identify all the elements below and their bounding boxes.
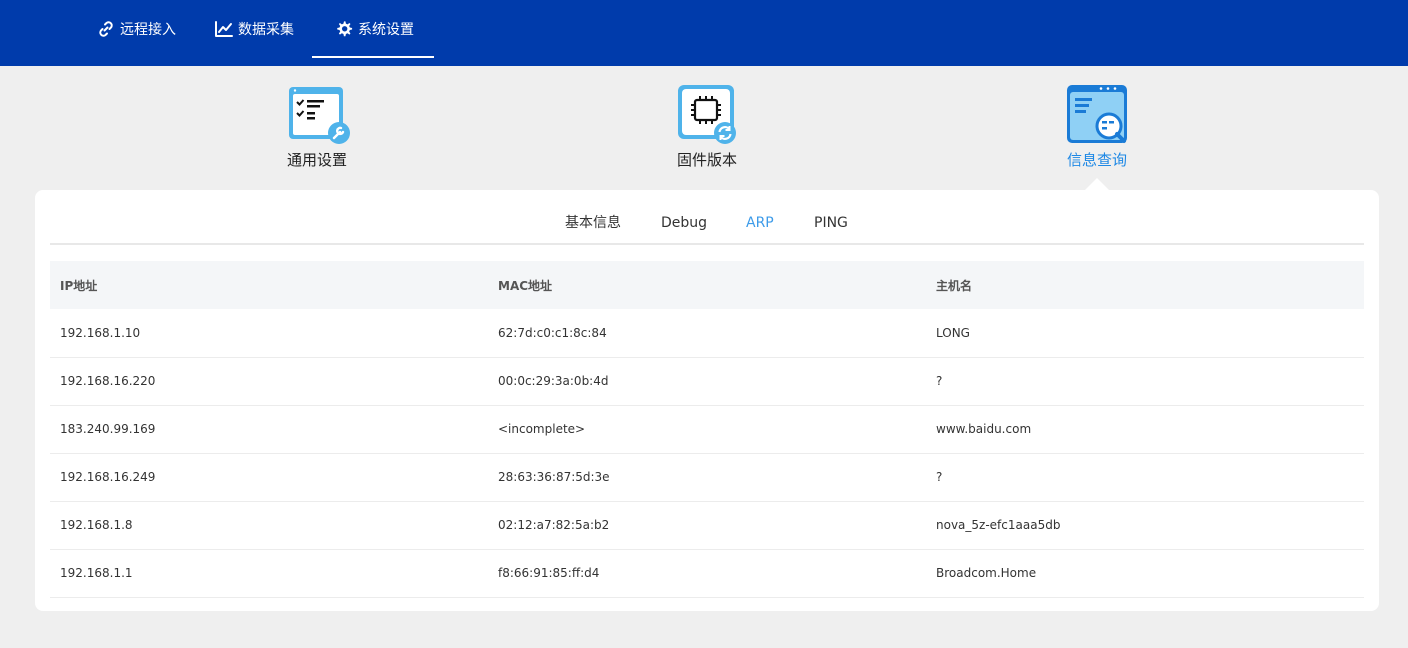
column-header-ip: IP地址 (60, 278, 98, 293)
cell-ip: 192.168.16.220 (50, 357, 488, 406)
cell-hostname: Broadcom.Home (926, 549, 1364, 598)
checklist-wrench-icon (284, 82, 350, 148)
tab-arp[interactable]: ARP (746, 214, 774, 232)
chart-line-icon (214, 19, 234, 39)
cell-mac: 00:0c:29:3a:0b:4d (488, 357, 926, 406)
table-row[interactable]: 192.168.1.1 f8:66:91:85:ff:d4 Broadcom.H… (50, 549, 1364, 598)
cell-ip: 192.168.16.249 (50, 453, 488, 502)
arp-table: IP地址 MAC地址 主机名 192.168.1.10 62:7d:c0:c1:… (50, 261, 1364, 598)
chip-refresh-icon (674, 82, 740, 148)
tab-ping[interactable]: PING (814, 214, 848, 232)
tab-basic-info[interactable]: 基本信息 (565, 214, 621, 232)
cell-mac: 28:63:36:87:5d:3e (488, 453, 926, 502)
cell-ip: 192.168.1.10 (50, 309, 488, 358)
cell-hostname: ? (926, 357, 1364, 406)
cell-mac: f8:66:91:85:ff:d4 (488, 549, 926, 598)
info-query-panel: 基本信息 Debug ARP PING IP地址 MAC地址 主机名 192.1… (35, 190, 1379, 611)
table-row[interactable]: 192.168.16.249 28:63:36:87:5d:3e ? (50, 453, 1364, 502)
cell-mac: <incomplete> (488, 405, 926, 454)
panel-pointer (1085, 178, 1109, 190)
category-label: 固件版本 (676, 151, 737, 169)
category-general-settings[interactable]: 通用设置 (247, 82, 387, 170)
table-header-row: IP地址 MAC地址 主机名 (50, 261, 1364, 309)
cell-ip: 183.240.99.169 (50, 405, 488, 454)
cell-hostname: ? (926, 453, 1364, 502)
nav-label: 系统设置 (358, 22, 414, 38)
subtab-bar: 基本信息 Debug ARP PING (50, 190, 1364, 245)
nav-remote-access[interactable]: 远程接入 (96, 0, 176, 58)
cell-ip: 192.168.1.8 (50, 501, 488, 550)
nav-data-collection[interactable]: 数据采集 (214, 0, 294, 58)
table-row[interactable]: 183.240.99.169 <incomplete> www.baidu.co… (50, 405, 1364, 454)
cell-hostname: nova_5z-efc1aaa5db (926, 501, 1364, 550)
table-row[interactable]: 192.168.1.10 62:7d:c0:c1:8c:84 LONG (50, 309, 1364, 358)
column-header-mac: MAC地址 (498, 278, 553, 293)
gear-icon (334, 19, 354, 39)
cell-ip: 192.168.1.1 (50, 549, 488, 598)
link-icon (96, 19, 116, 39)
nav-label: 远程接入 (120, 22, 176, 38)
top-nav-bar: 远程接入 数据采集 系统设置 (0, 0, 1408, 66)
category-label: 通用设置 (286, 151, 347, 169)
cell-hostname: LONG (926, 309, 1364, 358)
nav-label: 数据采集 (238, 22, 294, 38)
nav-system-settings[interactable]: 系统设置 (312, 0, 434, 58)
cell-mac: 62:7d:c0:c1:8c:84 (488, 309, 926, 358)
cell-mac: 02:12:a7:82:5a:b2 (488, 501, 926, 550)
category-firmware-version[interactable]: 固件版本 (637, 82, 777, 170)
category-label: 信息查询 (1066, 151, 1127, 169)
table-row[interactable]: 192.168.1.8 02:12:a7:82:5a:b2 nova_5z-ef… (50, 501, 1364, 550)
tab-debug[interactable]: Debug (661, 214, 707, 232)
category-info-query[interactable]: 信息查询 (1027, 82, 1167, 170)
column-header-hostname: 主机名 (936, 278, 973, 293)
window-search-icon (1064, 82, 1130, 148)
table-row[interactable]: 192.168.16.220 00:0c:29:3a:0b:4d ? (50, 357, 1364, 406)
cell-hostname: www.baidu.com (926, 405, 1364, 454)
